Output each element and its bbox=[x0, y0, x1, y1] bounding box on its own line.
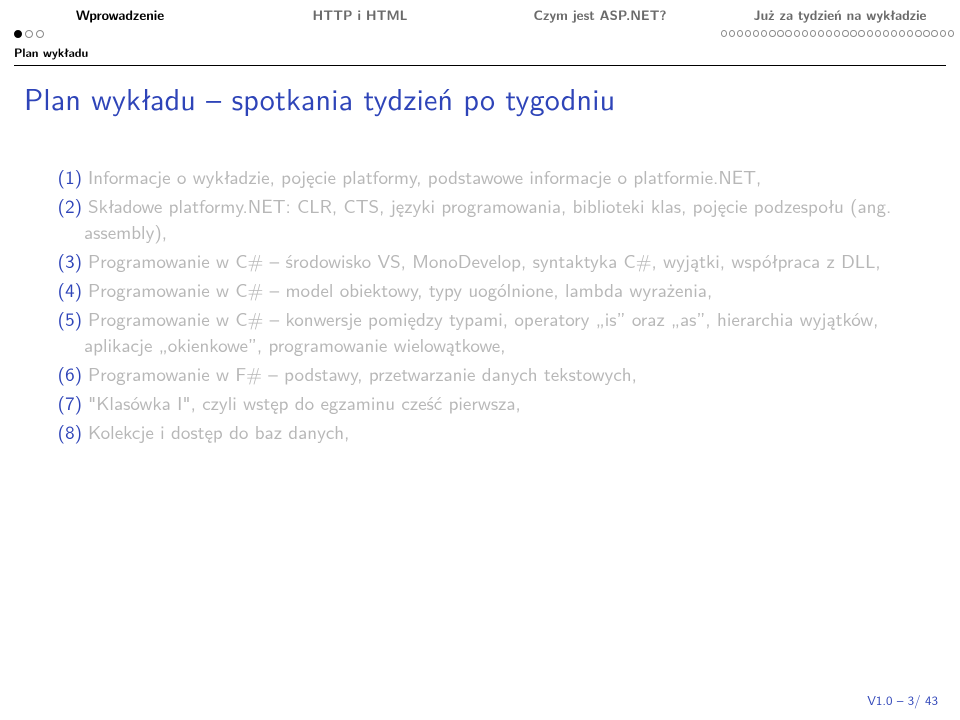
progress-dot-icon[interactable] bbox=[25, 30, 33, 38]
list-item: Programowanie w C# – środowisko VS, Mono… bbox=[42, 248, 918, 273]
progress-dot-icon[interactable] bbox=[907, 30, 913, 37]
nav-tab-next-week[interactable]: Już za tydzień na wykładzie bbox=[720, 4, 960, 25]
progress-dot-icon[interactable] bbox=[785, 30, 791, 37]
progress-dot-icon[interactable] bbox=[850, 30, 856, 37]
progress-dot-icon[interactable] bbox=[721, 30, 727, 37]
progress-dot-icon[interactable] bbox=[948, 30, 954, 37]
progress-dot-icon[interactable] bbox=[940, 30, 946, 37]
progress-dot-icon[interactable] bbox=[753, 30, 759, 37]
progress-dot-icon[interactable] bbox=[842, 30, 848, 37]
list-item: Programowanie w C# – model obiektowy, ty… bbox=[42, 277, 918, 302]
progress-dot-icon[interactable] bbox=[802, 30, 808, 37]
subsection-label: Plan wykładu bbox=[0, 40, 960, 61]
nav-tab-wprowadzenie[interactable]: Wprowadzenie bbox=[0, 4, 240, 25]
progress-seg-2 bbox=[481, 27, 715, 40]
list-item: Programowanie w C# – konwersje pomiędzy … bbox=[42, 306, 918, 357]
progress-dot-icon[interactable] bbox=[858, 30, 864, 37]
top-nav: Wprowadzenie HTTP i HTML Czym jest ASP.N… bbox=[0, 0, 960, 25]
progress-dot-icon[interactable] bbox=[931, 30, 937, 37]
progress-dot-icon[interactable] bbox=[826, 30, 832, 37]
progress-dot-icon[interactable] bbox=[818, 30, 824, 37]
progress-seg-3 bbox=[715, 27, 960, 40]
progress-dot-icon[interactable] bbox=[761, 30, 767, 37]
slide-root: Wprowadzenie HTTP i HTML Czym jest ASP.N… bbox=[0, 0, 960, 720]
progress-dot-icon[interactable] bbox=[899, 30, 905, 37]
progress-dot-icon[interactable] bbox=[875, 30, 881, 37]
progress-seg-1 bbox=[248, 27, 482, 40]
progress-row bbox=[0, 27, 960, 40]
progress-dot-icon[interactable] bbox=[14, 30, 22, 38]
nav-tab-http-html[interactable]: HTTP i HTML bbox=[240, 4, 480, 25]
content-area: Informacje o wykładzie, pojęcie platform… bbox=[0, 120, 960, 445]
list-item: Składowe platformy.NET: CLR, CTS, języki… bbox=[42, 193, 918, 244]
progress-dot-icon[interactable] bbox=[777, 30, 783, 37]
nav-tab-asp-net[interactable]: Czym jest ASP.NET? bbox=[480, 4, 720, 25]
progress-dot-icon[interactable] bbox=[36, 30, 44, 38]
progress-seg-0 bbox=[0, 27, 248, 40]
progress-dot-icon[interactable] bbox=[867, 30, 873, 37]
progress-dot-icon[interactable] bbox=[794, 30, 800, 37]
progress-dot-icon[interactable] bbox=[745, 30, 751, 37]
progress-dot-icon[interactable] bbox=[810, 30, 816, 37]
progress-dot-icon[interactable] bbox=[737, 30, 743, 37]
progress-dot-icon[interactable] bbox=[883, 30, 889, 37]
progress-dot-icon[interactable] bbox=[923, 30, 929, 37]
list-item: Programowanie w F# – podstawy, przetwarz… bbox=[42, 361, 918, 386]
list-item: Kolekcje i dostęp do baz danych, bbox=[42, 419, 918, 444]
footer-page-number: V1.0 – 3/ 43 bbox=[867, 691, 938, 710]
list-item: "Klasówka I", czyli wstęp do egzaminu cz… bbox=[42, 390, 918, 415]
list-item: Informacje o wykładzie, pojęcie platform… bbox=[42, 164, 918, 189]
plan-list: Informacje o wykładzie, pojęcie platform… bbox=[42, 164, 918, 445]
progress-dot-icon[interactable] bbox=[729, 30, 735, 37]
progress-dot-icon[interactable] bbox=[891, 30, 897, 37]
progress-dot-icon[interactable] bbox=[915, 30, 921, 37]
progress-dot-icon[interactable] bbox=[834, 30, 840, 37]
progress-dot-icon[interactable] bbox=[769, 30, 775, 37]
slide-title: Plan wykładu – spotkania tydzień po tygo… bbox=[0, 66, 960, 120]
